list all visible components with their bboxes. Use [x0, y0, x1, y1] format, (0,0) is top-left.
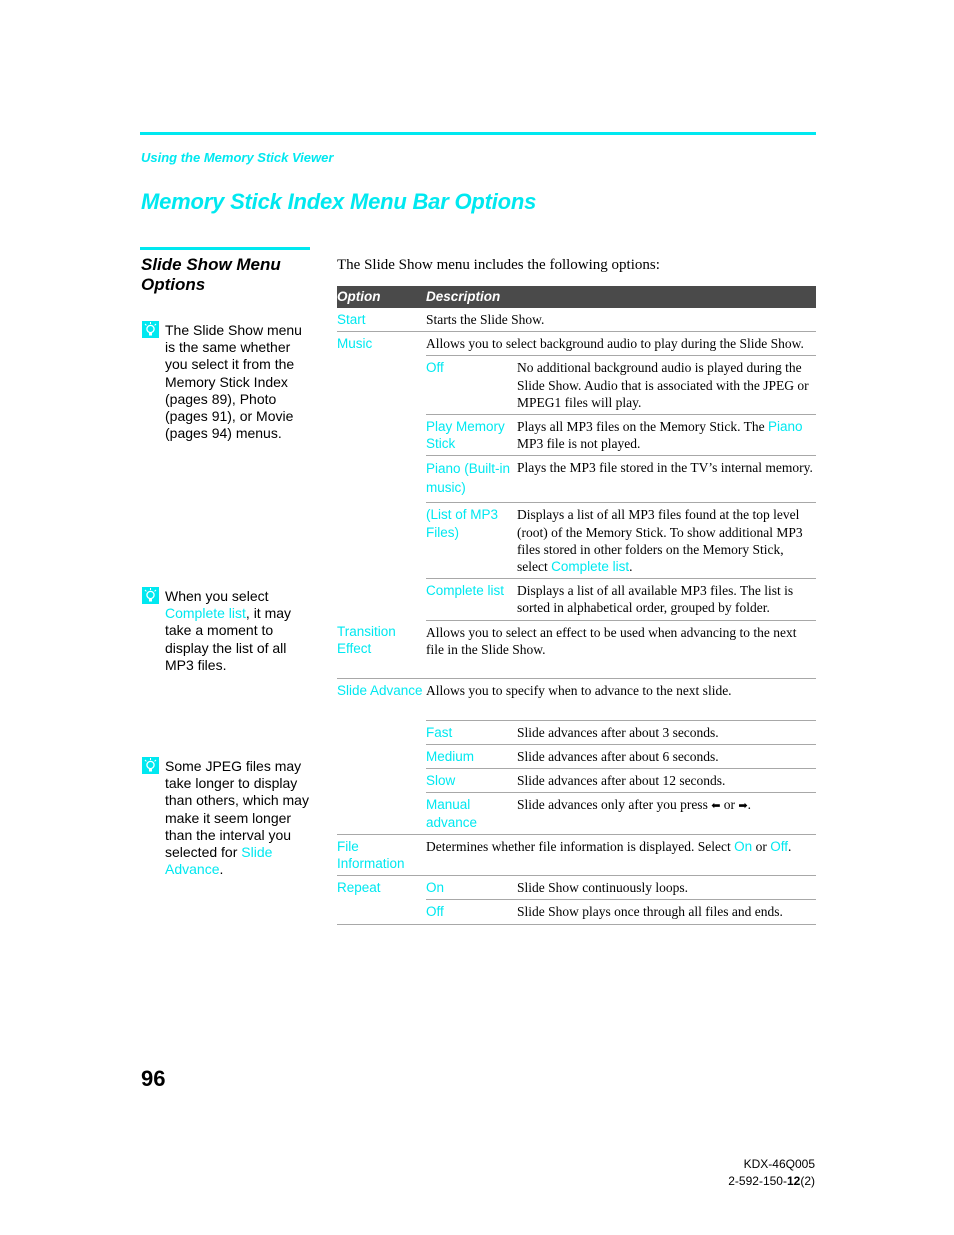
piano-link: Piano [767, 419, 803, 435]
option-description: Determines whether file information is d… [426, 834, 816, 877]
complete-list-link: Complete list [551, 559, 630, 575]
suboption-description: No additional background audio is played… [517, 355, 816, 416]
table-row: File Information Determines whether file… [337, 834, 816, 877]
section-title: Slide Show Menu Options [141, 255, 281, 294]
suboption-description: Plays the MP3 file stored in the TV’s in… [517, 455, 816, 504]
desc-part: . [787, 838, 792, 854]
suboption-manual-advance: Manual advance [426, 792, 517, 835]
option-music: Music [337, 336, 373, 352]
table-row: Repeat On Slide Show continuously loops. [337, 875, 816, 925]
tip-text: Some JPEG files may take longer to displ… [165, 758, 315, 878]
right-arrow-icon: ➡ [738, 800, 748, 813]
table-row: Music Allows you to select background au… [337, 331, 816, 357]
desc-part: or [720, 797, 739, 813]
suboption-description: Slide advances after about 12 seconds. [517, 768, 816, 794]
option-description: Allows you to select an effect to be use… [426, 620, 816, 679]
suboption-on: On [426, 875, 517, 901]
suboption-medium: Medium [426, 744, 517, 770]
desc-part: Determines whether file information is d… [426, 838, 735, 854]
part-revision: 12 [786, 1174, 801, 1188]
tip-text-part: When you select [165, 588, 269, 604]
header-option: Option [337, 286, 426, 308]
suboption-description: Displays a list of all MP3 files found a… [517, 502, 816, 580]
part-suffix: (2) [800, 1174, 815, 1188]
option-file-information: File Information [337, 834, 426, 877]
model-number: KDX-46Q005 [743, 1157, 815, 1171]
option-slide-advance: Slide Advance [337, 678, 426, 835]
options-table: Option Description Start Starts the Slid… [337, 286, 816, 925]
footer-codes: KDX-46Q005 2-592-150-12(2) [728, 1156, 815, 1190]
desc-part: Plays all MP3 files on the Memory Stick.… [517, 419, 768, 435]
suboption-piano: Piano (Built-in music) [426, 455, 517, 504]
header-description: Description [426, 286, 816, 308]
lightbulb-icon [142, 757, 159, 774]
suboption-off: Off [426, 899, 517, 925]
table-row: Slide Advance Allows you to specify when… [337, 678, 816, 835]
option-description: Starts the Slide Show. [426, 308, 816, 333]
table-header-row: Option Description [337, 286, 816, 308]
off-link: Off [770, 838, 788, 854]
option-transition-effect: Transition Effect [337, 620, 426, 679]
desc-part: Slide advances only after you press [517, 797, 712, 813]
intro-text: The Slide Show menu includes the followi… [337, 257, 660, 273]
suboption-description: Slide Show plays once through all files … [517, 899, 816, 925]
table-row: Transition Effect Allows you to select a… [337, 620, 816, 679]
tip-text: When you select Complete list, it may ta… [165, 588, 315, 674]
tip-text: The Slide Show menu is the same whether … [165, 322, 302, 442]
desc-part: . [747, 797, 752, 813]
complete-list-link: Complete list [165, 605, 246, 622]
option-start: Start [337, 308, 426, 333]
tip-text-part: . [219, 861, 224, 878]
page-number: 96 [141, 1066, 166, 1091]
part-number: 2-592-150-12(2) [728, 1173, 815, 1190]
top-rule [140, 132, 816, 135]
part-prefix: 2-592-150- [728, 1174, 787, 1188]
suboption-description: Displays a list of all available MP3 fil… [517, 578, 816, 621]
suboption-play-memory-stick: Play Memory Stick [426, 414, 517, 457]
page-title: Memory Stick Index Menu Bar Options [141, 189, 537, 214]
desc-part: . [629, 559, 633, 575]
lightbulb-icon [142, 321, 159, 338]
on-link: On [734, 838, 753, 854]
desc-part: or [752, 838, 771, 854]
option-repeat: Repeat [337, 875, 426, 925]
lightbulb-icon [142, 587, 159, 604]
tip-text-part: Some JPEG files may take longer to displ… [165, 758, 309, 861]
suboption-description: Slide advances after about 3 seconds. [517, 720, 816, 745]
option-description: Allows you to specify when to advance to… [426, 678, 816, 721]
option-description: Allows you to select background audio to… [426, 331, 816, 357]
suboption-list-of-mp3-files: (List of MP3 Files) [426, 502, 517, 580]
suboption-description: Slide advances only after you press ⬅ or… [517, 792, 816, 835]
suboption-fast: Fast [426, 720, 517, 745]
desc-part: MP3 file is not played. [517, 436, 641, 452]
suboption-description: Slide Show continuously loops. [517, 875, 816, 901]
table-row: Start Starts the Slide Show. [337, 308, 816, 333]
suboption-description: Slide advances after about 6 seconds. [517, 744, 816, 770]
suboption-description: Plays all MP3 files on the Memory Stick.… [517, 414, 816, 457]
suboption-off: Off [426, 355, 517, 416]
section-rule [140, 247, 310, 250]
running-head: Using the Memory Stick Viewer [141, 150, 334, 165]
suboption-complete-list: Complete list [426, 578, 517, 621]
suboption-slow: Slow [426, 768, 517, 794]
